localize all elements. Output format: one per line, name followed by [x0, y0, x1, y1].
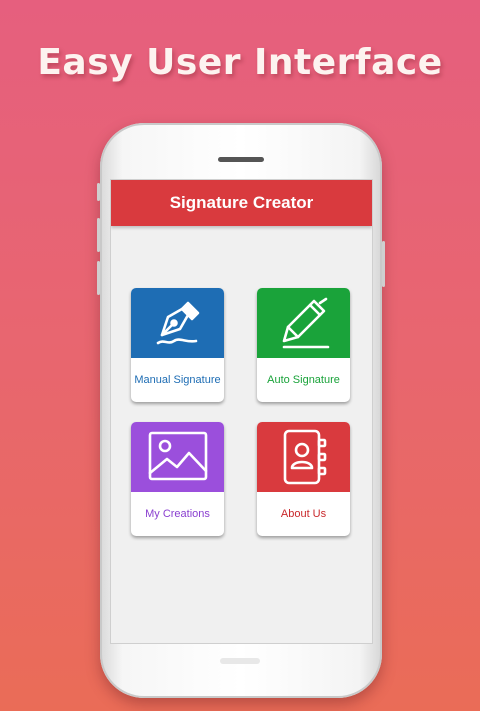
auto-signature-label: Auto Signature	[267, 374, 340, 386]
about-us-button[interactable]: About Us	[257, 422, 350, 536]
phone-home-indicator	[220, 658, 260, 664]
contact-book-icon	[283, 429, 326, 485]
about-us-icon-area	[257, 422, 350, 492]
auto-signature-button[interactable]: Auto Signature	[257, 288, 350, 402]
pen-icon	[282, 297, 329, 349]
manual-signature-button[interactable]: Manual Signature	[131, 288, 224, 402]
phone-volume-up-button	[97, 218, 100, 252]
app-screen: Signature Creator Manual Signature Auto …	[110, 179, 373, 644]
app-title: Signature Creator	[169, 193, 314, 212]
auto-signature-icon-area	[257, 288, 350, 358]
gallery-icon	[148, 431, 207, 481]
phone-frame: Signature Creator Manual Signature Auto …	[97, 123, 385, 698]
fountain-pen-icon	[156, 301, 199, 345]
app-bar: Signature Creator	[111, 180, 372, 226]
phone-side-button	[97, 183, 100, 201]
manual-signature-label: Manual Signature	[134, 374, 221, 386]
my-creations-icon-area	[131, 422, 224, 492]
about-us-label: About Us	[280, 508, 327, 520]
my-creations-button[interactable]: My Creations	[131, 422, 224, 536]
promo-headline: Easy User Interface	[37, 42, 443, 83]
phone-speaker	[218, 157, 264, 162]
phone-volume-down-button	[97, 261, 100, 295]
my-creations-label: My Creations	[145, 508, 210, 520]
phone-power-button	[382, 241, 385, 287]
manual-signature-icon-area	[131, 288, 224, 358]
